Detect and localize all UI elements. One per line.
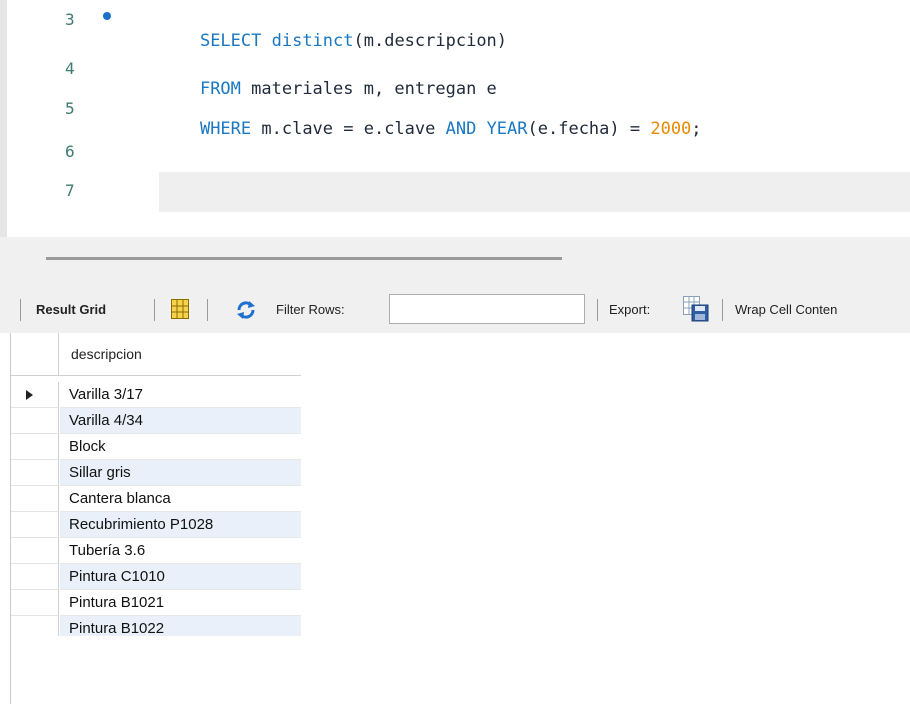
table-cell[interactable]: Pintura B1021 <box>60 590 301 616</box>
table-row[interactable]: Pintura C1010 <box>11 564 301 590</box>
row-selector-header[interactable] <box>11 333 59 375</box>
table-row[interactable]: Tubería 3.6 <box>11 538 301 564</box>
code-line-5[interactable]: WHERE m.clave = e.clave AND YEAR(e.fecha… <box>159 99 702 159</box>
table-cell[interactable]: Sillar gris <box>60 460 301 486</box>
sql-editor[interactable]: 3 4 5 6 7 SELECT distinct(m.descripcion)… <box>0 0 910 237</box>
line-number: 4 <box>65 59 75 78</box>
row-selector[interactable] <box>11 486 59 512</box>
export-icon[interactable] <box>683 296 709 322</box>
wrap-cell-content-toggle[interactable]: Wrap Cell Conten <box>735 302 837 317</box>
grid-header: descripcion <box>11 333 301 376</box>
filter-rows-label: Filter Rows: <box>276 302 345 317</box>
column-header-descripcion[interactable]: descripcion <box>71 346 142 362</box>
row-selector[interactable] <box>11 616 59 636</box>
panel-splitter[interactable] <box>0 237 910 287</box>
row-selector[interactable] <box>11 434 59 460</box>
grid-layout-icon[interactable] <box>171 299 189 319</box>
table-cell[interactable]: Pintura B1022 <box>60 616 301 636</box>
refresh-icon[interactable] <box>236 301 256 319</box>
table-cell[interactable]: Varilla 4/34 <box>60 408 301 434</box>
sql-keyword: SELECT <box>199 31 272 51</box>
table-cell[interactable]: Tubería 3.6 <box>60 538 301 564</box>
table-row[interactable]: Pintura B1021 <box>11 590 301 616</box>
table-cell[interactable]: Pintura C1010 <box>60 564 301 590</box>
splitter-handle[interactable] <box>46 257 562 260</box>
table-row[interactable]: Pintura B1022 <box>11 616 301 636</box>
sql-keyword: WHERE <box>199 119 262 139</box>
result-grid[interactable]: descripcion Varilla 3/17 Varilla 4/34 Bl… <box>10 333 301 704</box>
row-selector[interactable] <box>11 382 59 408</box>
toolbar-separator <box>154 299 155 321</box>
sql-function: distinct <box>271 31 354 51</box>
filter-rows-input[interactable] <box>389 294 585 324</box>
breakpoint-dot <box>103 12 111 20</box>
line-number: 3 <box>65 10 75 29</box>
table-row[interactable]: Cantera blanca <box>11 486 301 512</box>
row-selector[interactable] <box>11 460 59 486</box>
table-cell[interactable]: Varilla 3/17 <box>60 382 301 408</box>
sql-text: (m.descripcion) <box>353 31 508 51</box>
result-toolbar: Result Grid Filter Rows: Export: Wrap Ce… <box>0 287 910 333</box>
table-cell[interactable]: Recubrimiento P1028 <box>60 512 301 538</box>
line-number: 7 <box>65 181 75 200</box>
current-row-arrow-icon <box>26 390 33 400</box>
toolbar-separator <box>722 299 723 321</box>
sql-text: (e.fecha) = <box>527 119 651 139</box>
toolbar-separator <box>20 299 21 321</box>
line-number: 6 <box>65 142 75 161</box>
row-selector[interactable] <box>11 512 59 538</box>
sql-number: 2000 <box>650 119 692 139</box>
table-cell[interactable]: Block <box>60 434 301 460</box>
toolbar-separator <box>207 299 208 321</box>
row-selector[interactable] <box>11 564 59 590</box>
toolbar-separator <box>597 299 598 321</box>
table-row[interactable]: Varilla 4/34 <box>11 408 301 434</box>
table-row[interactable]: Sillar gris <box>11 460 301 486</box>
result-grid-tab[interactable]: Result Grid <box>36 302 106 317</box>
sql-text: materiales m, entregan e <box>251 79 497 99</box>
sql-text: m.clave = e.clave <box>261 119 446 139</box>
sql-keyword: FROM <box>199 79 252 99</box>
sql-function: YEAR <box>486 119 528 139</box>
table-row[interactable]: Block <box>11 434 301 460</box>
row-selector[interactable] <box>11 538 59 564</box>
table-cell[interactable]: Cantera blanca <box>60 486 301 512</box>
table-row[interactable]: Varilla 3/17 <box>11 382 301 408</box>
row-selector[interactable] <box>11 590 59 616</box>
sql-keyword: AND <box>445 119 487 139</box>
table-row[interactable]: Recubrimiento P1028 <box>11 512 301 538</box>
sql-text: ; <box>691 119 702 139</box>
row-selector[interactable] <box>11 408 59 434</box>
line-number: 5 <box>65 99 75 118</box>
export-label: Export: <box>609 302 651 317</box>
current-line-highlight <box>159 172 910 212</box>
